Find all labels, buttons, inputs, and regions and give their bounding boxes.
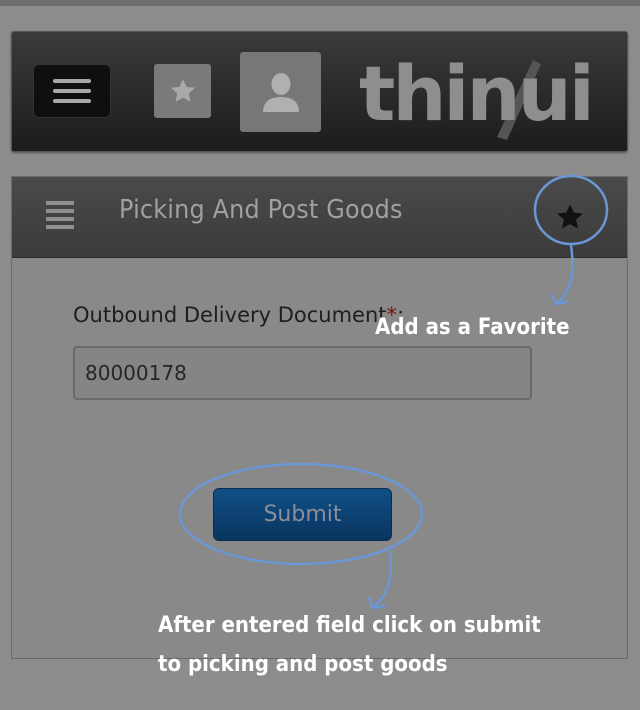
hamburger-icon-bar <box>46 225 74 229</box>
submit-annotation-line2: to picking and post goods <box>158 652 448 677</box>
add-favorite-button[interactable] <box>548 195 592 239</box>
hamburger-icon-bar <box>46 201 74 205</box>
submit-annotation-line1: After entered field click on submit <box>158 613 541 638</box>
field-label-text: Outbound Delivery Document <box>73 303 387 327</box>
outbound-delivery-input[interactable] <box>73 346 532 400</box>
picking-panel: Picking And Post Goods Outbound Delivery… <box>11 176 628 659</box>
star-icon <box>557 204 583 229</box>
svg-text:thinui: thinui <box>359 49 592 138</box>
user-profile-button[interactable] <box>240 52 321 132</box>
outbound-delivery-label: Outbound Delivery Document*: <box>73 303 404 327</box>
menu-icon-bar <box>53 99 91 103</box>
page-title: Picking And Post Goods <box>119 195 403 225</box>
thinui-logo: thinui <box>359 49 595 140</box>
star-icon <box>170 79 195 102</box>
user-icon <box>262 73 299 112</box>
hamburger-icon[interactable] <box>46 201 74 229</box>
menu-icon-bar <box>53 79 91 83</box>
favorite-annotation: Add as a Favorite <box>375 315 570 340</box>
app-header: thinui <box>11 31 628 152</box>
favorites-button[interactable] <box>154 64 211 118</box>
submit-button[interactable]: Submit <box>213 488 392 541</box>
menu-icon-bar <box>53 89 91 93</box>
top-edge <box>0 0 640 6</box>
main-menu-button[interactable] <box>33 64 111 118</box>
panel-header: Picking And Post Goods <box>12 177 627 258</box>
hamburger-icon-bar <box>46 217 74 221</box>
hamburger-icon-bar <box>46 209 74 213</box>
